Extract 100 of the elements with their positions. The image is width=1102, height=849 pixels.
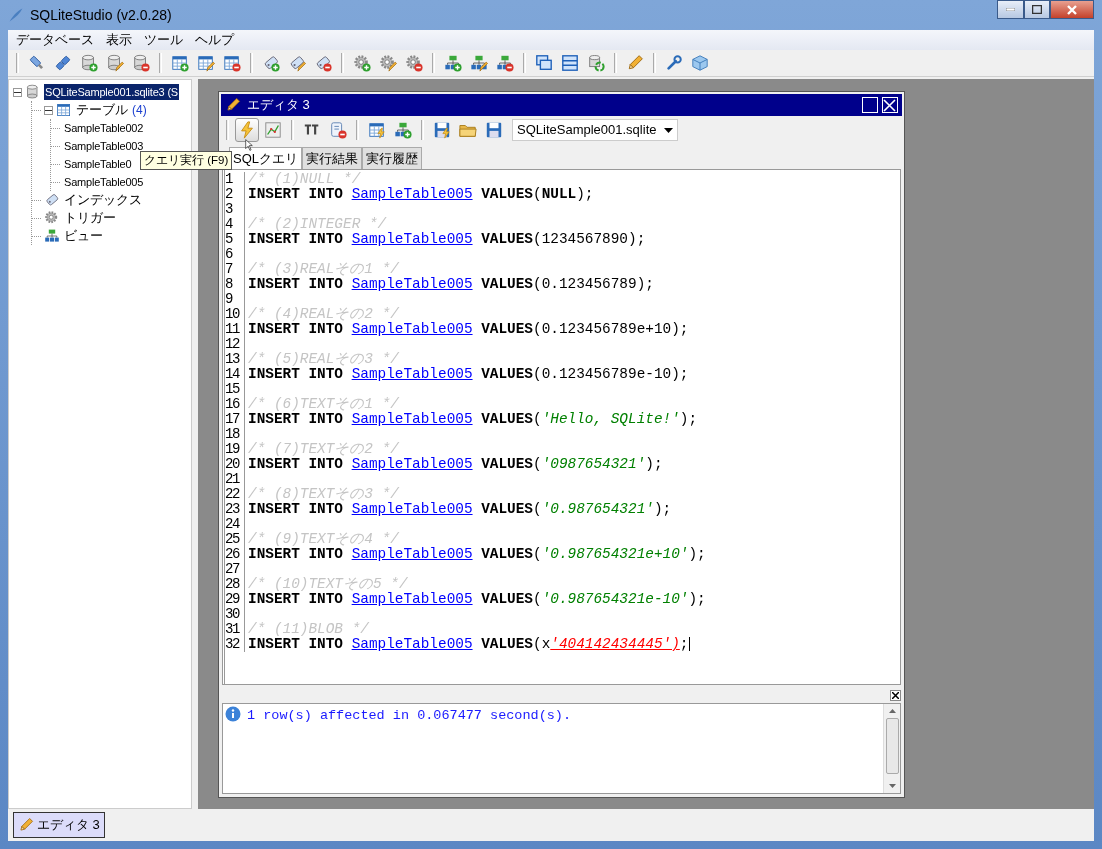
line-number: 11 xyxy=(225,322,245,337)
taskbar-label: エディタ 3 xyxy=(37,816,100,835)
line-number: 13 xyxy=(225,352,245,367)
code-line: INSERT INTO SampleTable005 VALUES(0.123456789e-10); xyxy=(247,367,689,382)
line-number: 29 xyxy=(225,592,245,607)
database-icon xyxy=(25,84,41,100)
tooltip: クエリ実行 (F9) xyxy=(140,151,233,170)
maximize-button[interactable] xyxy=(1024,0,1050,19)
line-number: 22 xyxy=(225,487,245,502)
code-line: INSERT INTO SampleTable005 VALUES(x'404142434445'); xyxy=(247,637,689,652)
gear-icon xyxy=(44,210,60,226)
line-number: 30 xyxy=(225,607,245,622)
line-number: 16 xyxy=(225,397,245,412)
code-line: INSERT INTO SampleTable005 VALUES('0.987654321e-10'); xyxy=(247,592,706,607)
collapse-icon[interactable] xyxy=(13,87,22,97)
tree-item[interactable]: インデックス xyxy=(63,190,143,210)
editor-title: エディタ 3 xyxy=(247,96,310,115)
code-line: INSERT INTO SampleTable005 VALUES('0.987654321'); xyxy=(247,502,672,517)
menu-item[interactable]: ヘルプ xyxy=(189,30,240,50)
line-number: 14 xyxy=(225,367,245,382)
tab[interactable]: 実行結果 xyxy=(302,146,362,169)
scrollbar[interactable] xyxy=(883,704,900,793)
close-icon xyxy=(1067,4,1077,15)
code-line: INSERT INTO SampleTable005 VALUES('0.987654321e+10'); xyxy=(247,547,706,562)
line-number: 8 xyxy=(225,277,245,292)
tree-item[interactable]: SampleTable002 xyxy=(63,119,145,137)
caret-icon xyxy=(664,127,674,133)
table-icon xyxy=(56,102,72,118)
line-number: 2 xyxy=(225,187,245,202)
line-number: 28 xyxy=(225,577,245,592)
line-number: 3 xyxy=(225,202,245,217)
line-number: 4 xyxy=(225,217,245,232)
code-line: /* (4)REALその2 */ xyxy=(247,307,399,322)
close-icon xyxy=(883,98,896,112)
line-number: 17 xyxy=(225,412,245,427)
run-query-button[interactable] xyxy=(235,118,259,142)
code-line: /* (6)TEXTその1 */ xyxy=(247,397,399,412)
line-number: 21 xyxy=(225,472,245,487)
tree-item[interactable]: SampleTable005 xyxy=(63,173,145,191)
code-line: /* (5)REALその3 */ xyxy=(247,352,399,367)
line-number: 12 xyxy=(225,337,245,352)
code-line: /* (11)BLOB */ xyxy=(247,622,369,637)
line-number: 10 xyxy=(225,307,245,322)
database-select[interactable]: SQLiteSample001.sqlite xyxy=(512,119,679,141)
code-line: INSERT INTO SampleTable005 VALUES('Hello, SQLite!'); xyxy=(247,412,698,427)
line-number: 20 xyxy=(225,457,245,472)
tab[interactable]: SQLクエリ xyxy=(229,147,302,169)
info-icon xyxy=(225,706,241,722)
line-number: 27 xyxy=(225,562,245,577)
line-number: 15 xyxy=(225,382,245,397)
minimize-icon xyxy=(1006,8,1015,11)
line-number: 18 xyxy=(225,427,245,442)
menu-item[interactable]: データベース xyxy=(10,30,100,50)
close-button[interactable] xyxy=(1050,0,1094,19)
window-title: SQLiteStudio (v2.0.28) xyxy=(30,5,172,25)
code-line: /* (10)TEXTその5 */ xyxy=(247,577,408,592)
hierarchy-icon xyxy=(44,228,60,244)
close-button[interactable] xyxy=(890,690,901,701)
tree-item[interactable]: ビュー xyxy=(63,226,104,246)
code-line: INSERT INTO SampleTable005 VALUES(1234567890); xyxy=(247,232,646,247)
line-number: 25 xyxy=(225,532,245,547)
line-number: 7 xyxy=(225,262,245,277)
line-number: 5 xyxy=(225,232,245,247)
code-line: INSERT INTO SampleTable005 VALUES(0.123456789); xyxy=(247,277,654,292)
tree-item[interactable]: トリガー xyxy=(63,208,117,228)
item-count: (4) xyxy=(132,102,147,119)
code-line: /* (8)TEXTその3 */ xyxy=(247,487,399,502)
mouse-cursor-icon xyxy=(245,139,253,151)
line-number: 23 xyxy=(225,502,245,517)
line-number: 31 xyxy=(225,622,245,637)
tree-item[interactable]: SQLiteSample001.sqlite3 (S xyxy=(44,83,179,101)
minimize-button[interactable] xyxy=(997,0,1024,19)
maximize-icon xyxy=(1032,5,1042,14)
menu-item[interactable]: ツール xyxy=(138,30,189,50)
code-line: INSERT INTO SampleTable005 VALUES(NULL); xyxy=(247,187,594,202)
collapse-icon[interactable] xyxy=(44,105,53,115)
line-number: 26 xyxy=(225,547,245,562)
tree-item[interactable]: テーブル xyxy=(75,100,129,120)
line-number: 1 xyxy=(225,172,245,187)
code-line: /* (2)INTEGER */ xyxy=(247,217,387,232)
line-number: 9 xyxy=(225,292,245,307)
code-line: /* (9)TEXTその4 */ xyxy=(247,532,399,547)
line-number: 32 xyxy=(225,637,245,652)
tree-item[interactable]: SampleTable0 xyxy=(63,155,133,173)
code-line: /* (3)REALその1 */ xyxy=(247,262,399,277)
pencil-icon xyxy=(18,817,34,833)
menu-item[interactable]: 表示 xyxy=(100,30,138,50)
line-number: 19 xyxy=(225,442,245,457)
code-line: /* (7)TEXTその2 */ xyxy=(247,442,399,457)
pencil-icon xyxy=(225,97,241,113)
taskbar-button[interactable]: エディタ 3 xyxy=(13,812,105,838)
close-icon xyxy=(892,692,899,699)
code-line: INSERT INTO SampleTable005 VALUES(0.123456789e+10); xyxy=(247,322,689,337)
tab[interactable]: 実行履歴 xyxy=(362,146,422,169)
code-line: /* (1)NULL */ xyxy=(247,172,361,187)
line-number: 6 xyxy=(225,247,245,262)
code-line: INSERT INTO SampleTable005 VALUES('0987654321'); xyxy=(247,457,663,472)
feather-icon xyxy=(8,7,24,23)
message-text: 1 row(s) affected in 0.067477 second(s). xyxy=(247,707,572,725)
code-editor[interactable] xyxy=(222,169,901,685)
